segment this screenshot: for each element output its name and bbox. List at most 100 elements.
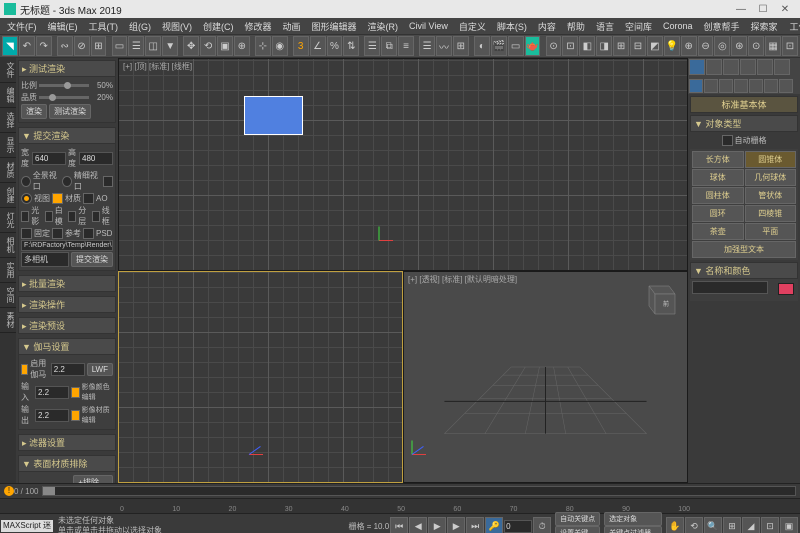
named-sel-button[interactable]: ☰	[364, 36, 380, 56]
next-frame[interactable]: ▶	[447, 517, 465, 533]
path-field[interactable]: F:\RDFactory\Temp\Render\	[21, 240, 113, 251]
panel-title[interactable]: 标准基本体	[690, 96, 798, 113]
snap-button[interactable]: 3	[293, 36, 309, 56]
menu-custom[interactable]: 自定义	[454, 20, 491, 33]
viewport-persp-label[interactable]: [+] [透视] [标准] [默认明暗处理]	[408, 274, 517, 285]
geom-cat[interactable]	[689, 79, 703, 93]
box-btn[interactable]: 长方体	[692, 151, 744, 168]
material-button[interactable]: ◐	[474, 36, 490, 56]
menu-civil[interactable]: Civil View	[404, 21, 453, 31]
tool-o[interactable]: ⊡	[782, 36, 798, 56]
key-filter[interactable]: 关键点过滤器...	[604, 526, 662, 533]
ltab-util[interactable]: 实用	[0, 258, 16, 283]
max-view[interactable]: ▣	[780, 517, 798, 533]
ltab-edit[interactable]: 编辑	[0, 83, 16, 108]
logo-icon[interactable]: ◥	[2, 36, 18, 56]
light-cat[interactable]	[719, 79, 733, 93]
setkey-btn[interactable]: 设置关键	[555, 526, 600, 533]
opt3-ck[interactable]	[103, 176, 113, 187]
tool-k[interactable]: ◎	[714, 36, 730, 56]
tool-m[interactable]: ⊙	[748, 36, 764, 56]
undo-button[interactable]: ↶	[19, 36, 35, 56]
bind-button[interactable]: ⊞	[91, 36, 107, 56]
tool-c[interactable]: ◧	[579, 36, 595, 56]
select-name-button[interactable]: ☰	[128, 36, 144, 56]
tool-a[interactable]: ⊙	[546, 36, 562, 56]
r1a[interactable]	[21, 193, 32, 204]
curve-button[interactable]: 〰	[436, 36, 452, 56]
width-input[interactable]	[32, 152, 66, 165]
system-cat[interactable]	[779, 79, 793, 93]
tool-d[interactable]: ◨	[596, 36, 612, 56]
hierarchy-tab[interactable]	[723, 59, 739, 75]
textplus-btn[interactable]: 加强型文本	[692, 241, 796, 258]
select-button[interactable]: ▭	[112, 36, 128, 56]
close-button[interactable]: ✕	[774, 4, 796, 15]
menu-create[interactable]: 创建(C)	[198, 20, 239, 33]
move-button[interactable]: ✥	[183, 36, 199, 56]
timeline-handle[interactable]	[43, 487, 55, 495]
zoom-all[interactable]: ⊞	[723, 517, 741, 533]
workspace-label[interactable]: 工作区:	[785, 20, 800, 33]
angle-snap-button[interactable]: ∠	[310, 36, 326, 56]
batch-header[interactable]: ▸ 批量渲染	[18, 275, 116, 292]
space-cat[interactable]	[764, 79, 778, 93]
menu-group[interactable]: 组(G)	[124, 20, 156, 33]
key-mode[interactable]: 🔑	[485, 517, 503, 533]
ltab-file[interactable]: 文件	[0, 58, 16, 83]
layers-button[interactable]: ☰	[419, 36, 435, 56]
goto-start[interactable]: ⏮	[390, 517, 408, 533]
menu-anim[interactable]: 动画	[278, 20, 306, 33]
color-swatch[interactable]	[778, 283, 794, 295]
align-button[interactable]: ≡	[398, 36, 414, 56]
height-input[interactable]	[79, 152, 113, 165]
gamma-header[interactable]: ▼ 伽马设置	[18, 338, 116, 355]
pyramid-btn[interactable]: 四棱锥	[745, 205, 797, 222]
tool-n[interactable]: ▦	[765, 36, 781, 56]
percent-snap-button[interactable]: %	[327, 36, 343, 56]
link-button[interactable]: ∾	[57, 36, 73, 56]
object-name-input[interactable]	[692, 281, 768, 294]
plane-btn[interactable]: 平面	[745, 223, 797, 240]
frame-input[interactable]	[504, 520, 532, 533]
place-button[interactable]: ⊕	[234, 36, 250, 56]
tool-f[interactable]: ⊟	[630, 36, 646, 56]
pan-view[interactable]: ✋	[666, 517, 684, 533]
menu-help[interactable]: 帮助	[562, 20, 590, 33]
menu-view[interactable]: 视图(V)	[157, 20, 197, 33]
warning-icon[interactable]: !	[4, 486, 14, 496]
render-button[interactable]: 🫖	[525, 36, 541, 56]
unlink-button[interactable]: ⊘	[74, 36, 90, 56]
submit-btn[interactable]: 提交渲染	[71, 252, 113, 267]
menu-graph[interactable]: 图形编辑器	[307, 20, 362, 33]
tool-j[interactable]: ⊖	[698, 36, 714, 56]
ltab-create[interactable]: 创建	[0, 183, 16, 208]
gamma-ck[interactable]	[21, 364, 28, 375]
filter-button[interactable]: ▼	[162, 36, 178, 56]
timeline-track[interactable]	[42, 486, 796, 496]
submit-render-header[interactable]: ▼ 提交渲染	[18, 127, 116, 144]
camera-drop[interactable]: 多相机	[21, 252, 69, 267]
menu-render[interactable]: 渲染(R)	[363, 20, 404, 33]
ltab-asset[interactable]: 素材	[0, 308, 16, 333]
menu-file[interactable]: 文件(F)	[2, 20, 42, 33]
camera-cat[interactable]	[734, 79, 748, 93]
menu-explore[interactable]: 探索家	[746, 20, 783, 33]
goto-end[interactable]: ⏭	[466, 517, 484, 533]
menu-script[interactable]: 脚本(S)	[492, 20, 532, 33]
helper-cat[interactable]	[749, 79, 763, 93]
test-render-header[interactable]: ▸ 测试渲染	[18, 60, 116, 77]
name-color-header[interactable]: ▼ 名称和颜色	[690, 262, 798, 279]
gamma-in[interactable]	[35, 386, 69, 399]
exclude-header[interactable]: ▼ 表面材质排除	[18, 455, 116, 472]
spinner-snap-button[interactable]: ⇅	[343, 36, 359, 56]
gamma-out[interactable]	[35, 409, 69, 422]
fov-view[interactable]: ◢	[742, 517, 760, 533]
mirror-button[interactable]: ⧉	[381, 36, 397, 56]
cylinder-btn[interactable]: 圆柱体	[692, 187, 744, 204]
schematic-button[interactable]: ⊞	[453, 36, 469, 56]
lwf-btn[interactable]: LWF	[87, 363, 113, 376]
preset-header[interactable]: ▸ 渲染预设	[18, 317, 116, 334]
menu-edit[interactable]: 编辑(E)	[43, 20, 83, 33]
sphere-btn[interactable]: 球体	[692, 169, 744, 186]
